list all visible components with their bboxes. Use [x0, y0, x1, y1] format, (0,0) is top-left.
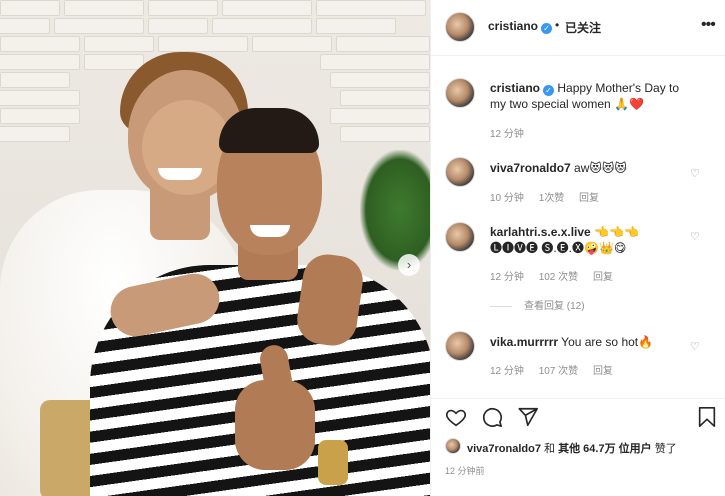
verified-badge-icon: ✓ — [543, 85, 555, 96]
comment-time: 10 分钟 — [490, 193, 524, 204]
comment-username[interactable]: viva7ronaldo7 — [490, 161, 571, 175]
post-panel: cristiano ✓ • 已关注 ••• cristiano ✓ Happy Mo… — [430, 0, 725, 496]
reply-button[interactable]: 回复 — [593, 366, 613, 377]
reply-button[interactable]: 回复 — [593, 272, 613, 283]
action-bar — [431, 398, 725, 438]
comment-text: aw😻😻😻 — [574, 161, 627, 175]
likes-suffix: 赞了 — [654, 443, 677, 455]
view-replies-button[interactable]: 查看回复 (12) — [490, 297, 585, 312]
commenter-avatar[interactable] — [445, 157, 475, 187]
author-username[interactable]: cristiano — [488, 19, 538, 33]
comment-icon[interactable] — [481, 406, 503, 433]
author-avatar[interactable] — [445, 12, 475, 42]
commenter-avatar[interactable] — [445, 331, 475, 361]
bookmark-icon[interactable] — [697, 406, 717, 433]
more-horizontal-icon[interactable]: ••• — [701, 16, 716, 34]
liker-avatar — [445, 438, 461, 454]
comment-username[interactable]: karlahtri.s.e.x.live — [490, 225, 591, 239]
caption-username[interactable]: cristiano — [490, 81, 540, 95]
post-timestamp: 12 分钟前 — [445, 466, 485, 476]
share-icon[interactable] — [517, 406, 539, 433]
likes-summary[interactable]: viva7ronaldo7 和 其他 64.7万 位用户 赞了 — [445, 438, 725, 456]
caption-time: 12 分钟 — [490, 129, 524, 140]
comment-likes[interactable]: 107 次赞 — [539, 366, 578, 377]
plant — [360, 150, 430, 270]
comment-text: You are so hot🔥 — [561, 335, 654, 349]
caption-avatar[interactable] — [445, 78, 475, 108]
liker-username[interactable]: viva7ronaldo7 — [467, 443, 541, 455]
comment-likes[interactable]: 1次赞 — [539, 193, 565, 204]
view-replies-label: 查看回复 (12) — [524, 301, 585, 312]
separator-dot: • — [555, 18, 560, 32]
comment-time: 12 分钟 — [490, 272, 524, 283]
comment-username[interactable]: vika.murrrrr — [490, 335, 558, 349]
likes-connector: 和 — [544, 443, 556, 455]
post-photo[interactable]: › — [0, 0, 430, 496]
brick-wall — [0, 0, 430, 18]
post-header: cristiano ✓ • 已关注 ••• — [431, 0, 725, 56]
verified-badge-icon: ✓ — [541, 23, 553, 34]
like-comment-heart-icon[interactable]: ♡ — [690, 230, 700, 243]
like-comment-heart-icon[interactable]: ♡ — [690, 167, 700, 180]
comment-time: 12 分钟 — [490, 366, 524, 377]
comment-likes[interactable]: 102 次赞 — [539, 272, 578, 283]
like-comment-heart-icon[interactable]: ♡ — [690, 340, 700, 353]
divider-line — [490, 305, 512, 307]
reply-button[interactable]: 回复 — [579, 193, 599, 204]
carousel-next-button[interactable]: › — [398, 254, 420, 276]
heart-icon[interactable] — [445, 406, 467, 433]
likes-others[interactable]: 其他 64.7万 位用户 — [558, 443, 652, 455]
commenter-avatar[interactable] — [445, 222, 475, 252]
follow-status-button[interactable]: 已关注 — [565, 19, 601, 36]
